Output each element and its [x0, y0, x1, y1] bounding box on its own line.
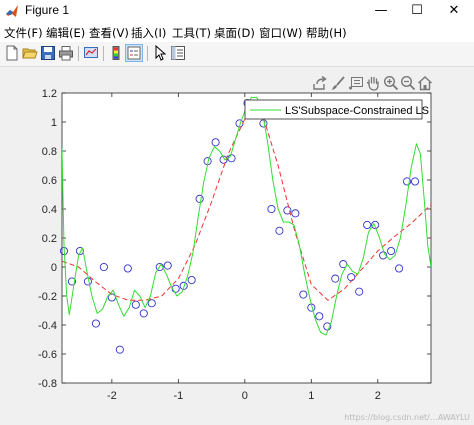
- watermark: https://blog.csdn.net/…AWAYLU: [344, 413, 470, 422]
- matlab-app-icon: [6, 5, 18, 17]
- brush-icon[interactable]: [330, 75, 346, 91]
- legend-icon[interactable]: [125, 44, 143, 62]
- toolbar-separator: [78, 46, 79, 61]
- x-tick-label: 0: [242, 390, 248, 402]
- y-tick-label: 0.4: [42, 204, 57, 216]
- open-file-icon[interactable]: [22, 45, 38, 61]
- export-icon[interactable]: [312, 75, 328, 91]
- legend: LS'Subspace-Constrained LS: [244, 99, 429, 120]
- menu-desktop[interactable]: 桌面(D): [214, 25, 255, 41]
- close-icon[interactable]: ✕: [436, 0, 472, 22]
- y-tick-label: -0.6: [38, 349, 57, 361]
- legend-label: LS'Subspace-Constrained LS: [285, 105, 429, 117]
- maximize-icon[interactable]: ☐: [399, 0, 435, 22]
- pan-icon[interactable]: [365, 75, 381, 91]
- y-tick-label: -0.2: [38, 291, 57, 303]
- link-plot-icon[interactable]: [83, 45, 99, 61]
- x-tick-label: 2: [375, 390, 381, 402]
- menu-help[interactable]: 帮助(H): [306, 25, 347, 41]
- print-icon[interactable]: [58, 45, 74, 61]
- colorbar-icon[interactable]: [108, 45, 124, 61]
- new-figure-icon[interactable]: [4, 45, 20, 61]
- toolbar-separator: [103, 46, 104, 61]
- x-tick-label: -1: [173, 390, 183, 402]
- window-title: Figure 1: [25, 3, 70, 17]
- x-tick-label: 1: [308, 390, 314, 402]
- menu-window[interactable]: 窗口(W): [259, 25, 302, 41]
- zoom-out-icon[interactable]: [400, 75, 416, 91]
- pointer-icon[interactable]: [152, 45, 168, 61]
- y-tick-label: 0.2: [42, 233, 57, 245]
- data-tips-icon[interactable]: [348, 75, 364, 91]
- title-bar: Figure 1 — ☐ ✕: [0, 0, 474, 22]
- y-tick-label: -0.4: [38, 320, 57, 332]
- y-tick-label: 0.8: [42, 146, 57, 158]
- y-tick-label: 0: [51, 262, 57, 274]
- toolbar-separator: [147, 46, 148, 61]
- y-tick-label: -0.8: [38, 378, 57, 390]
- figure-toolbar: [0, 42, 474, 67]
- zoom-in-icon[interactable]: [383, 75, 399, 91]
- menu-file[interactable]: 文件(F): [4, 25, 43, 41]
- property-editor-icon[interactable]: [170, 45, 186, 61]
- minimize-icon[interactable]: —: [363, 0, 399, 22]
- menu-insert[interactable]: 插入(I): [131, 25, 166, 41]
- plot-axes[interactable]: -0.8 -0.6 -0.4 -0.2 0 0.2 0.4 0.6 0.8 1 1.2 -2 -1 0 1…: [0, 67, 474, 425]
- menu-bar: 文件(F) 编辑(E) 查看(V) 插入(I) 工具(T) 桌面(D) 窗口(W…: [0, 22, 474, 42]
- home-icon[interactable]: [417, 75, 433, 91]
- menu-view[interactable]: 查看(V): [89, 25, 129, 41]
- axes-background: [61, 92, 432, 384]
- x-tick-label: -2: [107, 390, 117, 402]
- menu-edit[interactable]: 编辑(E): [46, 25, 85, 41]
- menu-tools[interactable]: 工具(T): [172, 25, 211, 41]
- y-tick-label: 1: [51, 117, 57, 129]
- y-tick-label: 0.6: [42, 175, 57, 187]
- save-icon[interactable]: [40, 45, 56, 61]
- figure-canvas[interactable]: -0.8 -0.6 -0.4 -0.2 0 0.2 0.4 0.6 0.8 1 1.2 -2 -1 0 1…: [0, 67, 474, 425]
- y-tick-label: 1.2: [42, 88, 57, 100]
